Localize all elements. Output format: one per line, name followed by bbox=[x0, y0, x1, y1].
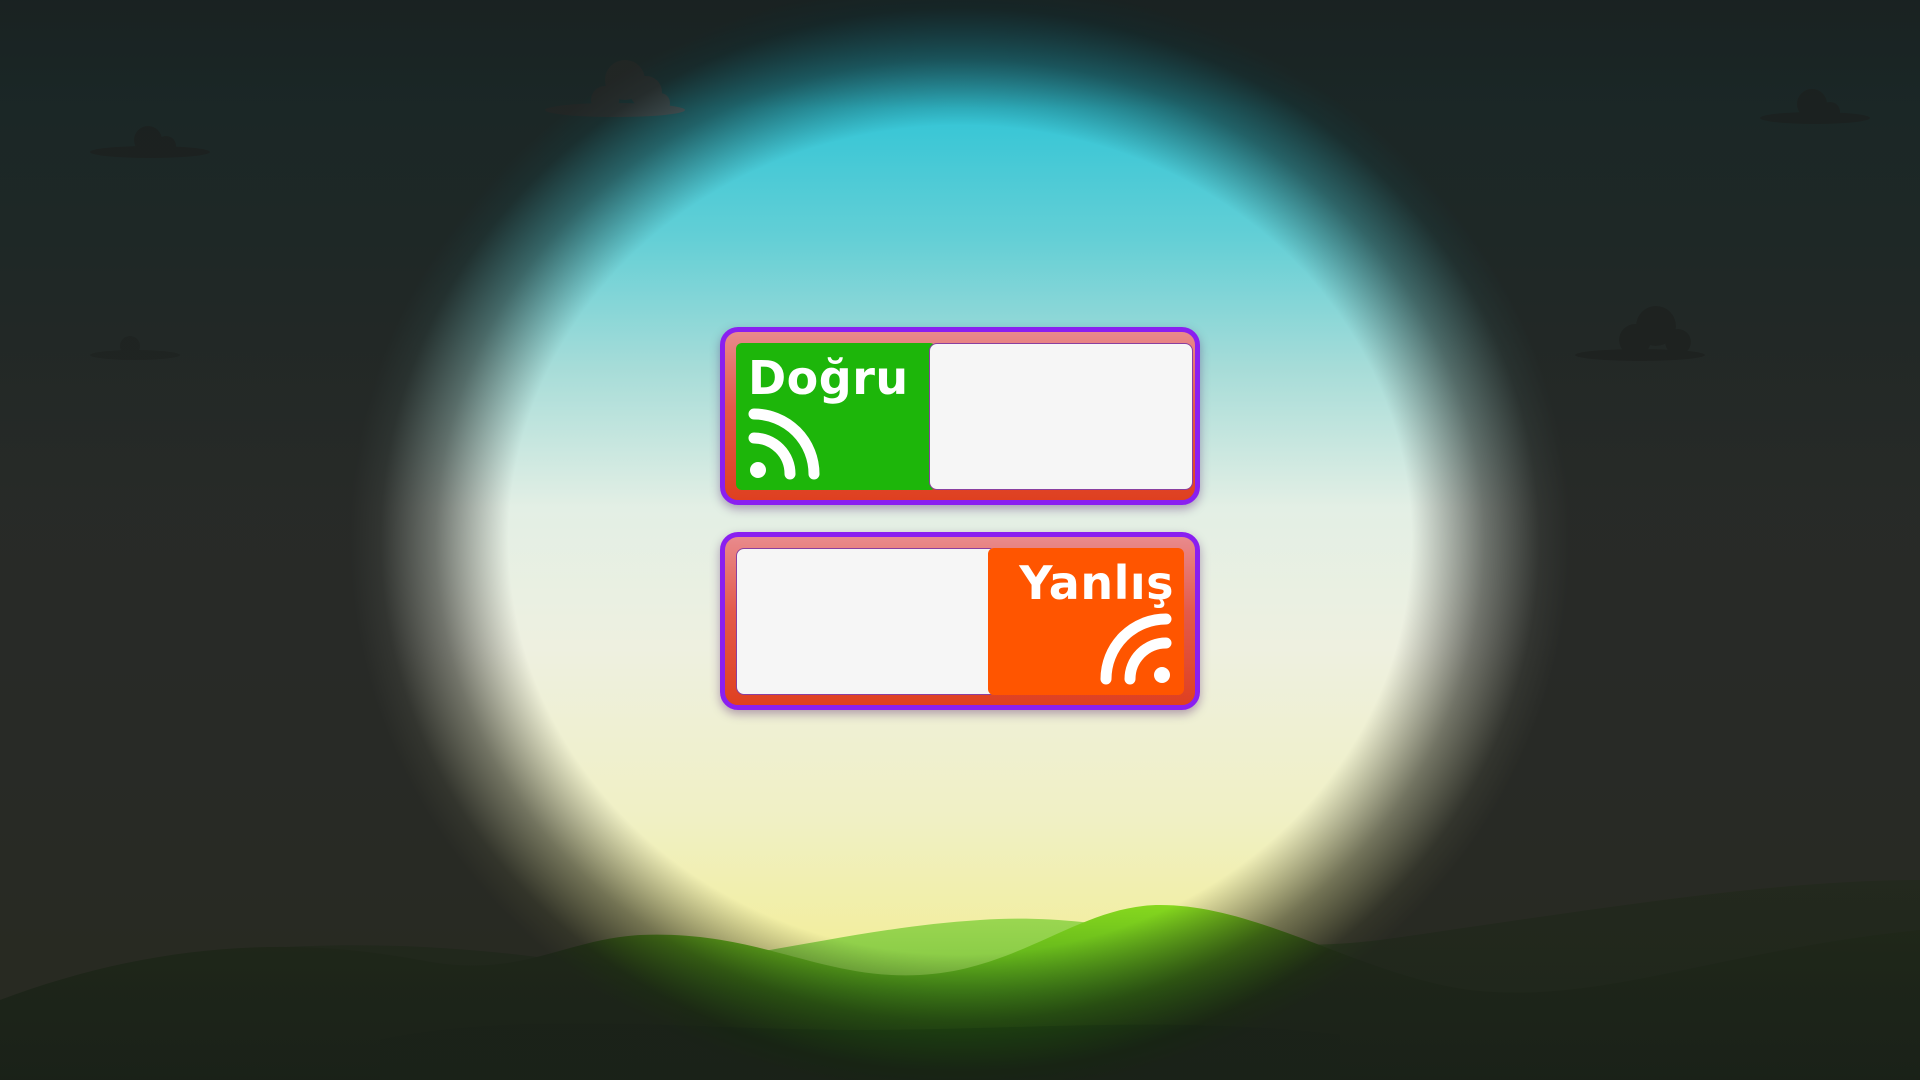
correct-label-block: Doğru bbox=[736, 343, 936, 490]
answer-panel-correct: Doğru bbox=[720, 327, 1200, 505]
cloud-icon bbox=[545, 60, 685, 117]
cloud-icon bbox=[90, 336, 180, 360]
wrong-label-block: Yanlış bbox=[988, 548, 1184, 695]
correct-drop-slot[interactable] bbox=[929, 343, 1193, 490]
wrong-drop-slot[interactable] bbox=[736, 548, 997, 695]
answer-panel-wrong: Yanlış bbox=[720, 532, 1200, 710]
cloud-icon bbox=[90, 126, 210, 158]
rss-feed-icon bbox=[748, 408, 820, 480]
wrong-label: Yanlış bbox=[1019, 556, 1174, 610]
rss-feed-icon bbox=[1100, 613, 1172, 685]
cloud-icon bbox=[1760, 89, 1870, 124]
cloud-icon bbox=[1575, 306, 1705, 361]
correct-label: Doğru bbox=[748, 351, 909, 405]
game-scene: Doğru Yanlış bbox=[0, 0, 1920, 1080]
